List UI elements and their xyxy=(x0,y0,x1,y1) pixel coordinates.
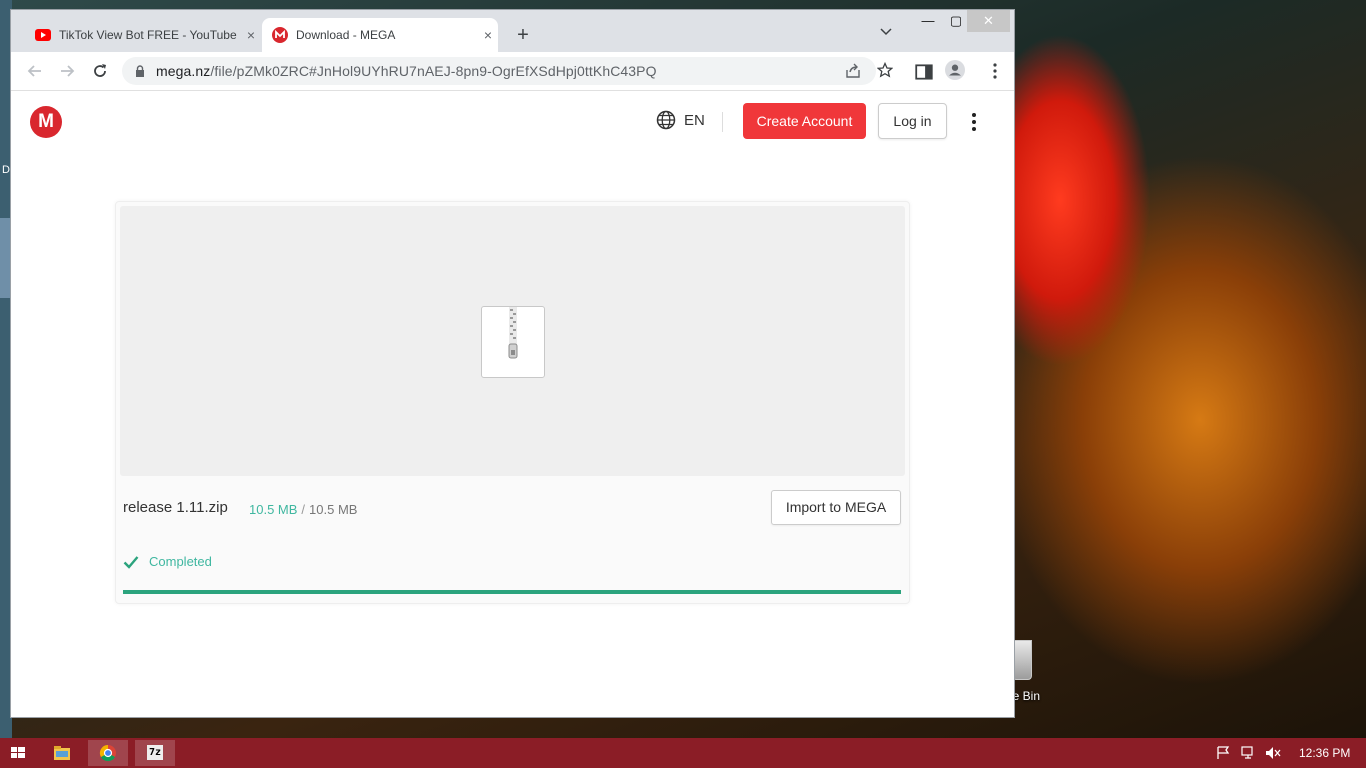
checkmark-icon xyxy=(123,555,139,569)
url-text: mega.nz/file/pZMk0ZRC#JnHol9UYhRU7nAEJ-8… xyxy=(156,63,657,79)
back-arrow-icon[interactable] xyxy=(25,61,45,81)
7zip-icon[interactable]: 7z xyxy=(135,740,175,766)
address-bar[interactable]: mega.nz/file/pZMk0ZRC#JnHol9UYhRU7nAEJ-8… xyxy=(122,57,876,85)
downloaded-size: 10.5 MB xyxy=(249,502,298,517)
download-status: Completed xyxy=(123,554,212,569)
windows-start-icon[interactable] xyxy=(0,740,36,766)
mega-page: M EN Create Account Log in release 1.11.… xyxy=(11,91,1014,717)
tab-title: Download - MEGA xyxy=(296,28,396,42)
status-text: Completed xyxy=(149,554,212,569)
tab-youtube[interactable]: TikTok View Bot FREE - YouTube × xyxy=(25,18,261,52)
desktop-icon-label-partial: D xyxy=(2,164,10,176)
total-size: 10.5 MB xyxy=(309,502,358,517)
chrome-icon[interactable] xyxy=(88,740,128,766)
taskbar: 7z 12:36 PM xyxy=(0,738,1366,768)
share-icon[interactable] xyxy=(844,62,862,80)
file-preview xyxy=(120,206,905,476)
mega-logo[interactable]: M xyxy=(30,106,62,138)
reload-icon[interactable] xyxy=(90,61,110,81)
import-to-mega-button[interactable]: Import to MEGA xyxy=(771,490,901,525)
chevron-down-icon[interactable] xyxy=(880,28,892,36)
url-path: /file/pZMk0ZRC#JnHol9UYhRU7nAEJ-8pn9-Ogr… xyxy=(210,63,657,79)
forward-arrow-icon[interactable] xyxy=(57,61,77,81)
recycle-bin-icon xyxy=(1012,640,1032,680)
login-button[interactable]: Log in xyxy=(878,103,947,139)
size-separator: / xyxy=(301,502,306,517)
url-host: mega.nz xyxy=(156,63,211,79)
maximize-button[interactable]: ▢ xyxy=(945,10,967,32)
language-code: EN xyxy=(684,111,705,129)
progress-bar-fill xyxy=(123,590,901,594)
tab-close-icon[interactable]: × xyxy=(241,27,261,43)
new-tab-button[interactable]: + xyxy=(511,24,535,46)
zip-file-icon xyxy=(481,306,545,378)
recycle-bin-label: le Bin xyxy=(1010,689,1041,703)
browser-toolbar: mega.nz/file/pZMk0ZRC#JnHol9UYhRU7nAEJ-8… xyxy=(11,52,1014,91)
profile-avatar-icon[interactable] xyxy=(945,60,965,80)
language-selector[interactable]: EN xyxy=(656,110,705,130)
globe-icon xyxy=(656,110,676,130)
desktop-window-sliver xyxy=(0,218,10,298)
download-card: release 1.11.zip 10.5 MB/10.5 MB Import … xyxy=(115,201,910,604)
create-account-button[interactable]: Create Account xyxy=(743,103,866,139)
minimize-button[interactable]: — xyxy=(917,10,939,32)
tab-title: TikTok View Bot FREE - YouTube xyxy=(59,28,237,42)
tab-strip: TikTok View Bot FREE - YouTube × Downloa… xyxy=(11,10,1014,52)
file-explorer-icon[interactable] xyxy=(42,740,82,766)
side-panel-icon[interactable] xyxy=(914,62,934,82)
close-window-button[interactable]: ✕ xyxy=(967,10,1010,32)
youtube-icon xyxy=(35,29,51,41)
mega-icon xyxy=(272,27,288,43)
progress-bar xyxy=(123,590,901,594)
action-center-flag-icon[interactable] xyxy=(1216,746,1232,760)
network-icon[interactable] xyxy=(1241,746,1257,760)
taskbar-clock[interactable]: 12:36 PM xyxy=(1299,746,1350,760)
file-name: release 1.11.zip xyxy=(123,499,228,516)
tab-close-icon[interactable]: × xyxy=(478,27,498,43)
file-size: 10.5 MB/10.5 MB xyxy=(249,502,357,517)
browser-menu-icon[interactable] xyxy=(985,61,1005,81)
tab-mega[interactable]: Download - MEGA × xyxy=(262,18,498,52)
lock-icon[interactable] xyxy=(135,65,145,77)
header-divider xyxy=(722,112,723,132)
7zip-label: 7z xyxy=(147,745,163,760)
more-options-icon[interactable] xyxy=(969,111,979,133)
volume-muted-icon[interactable] xyxy=(1265,746,1281,760)
bookmark-star-icon[interactable] xyxy=(877,62,893,78)
browser-window: TikTok View Bot FREE - YouTube × Downloa… xyxy=(11,10,1014,717)
